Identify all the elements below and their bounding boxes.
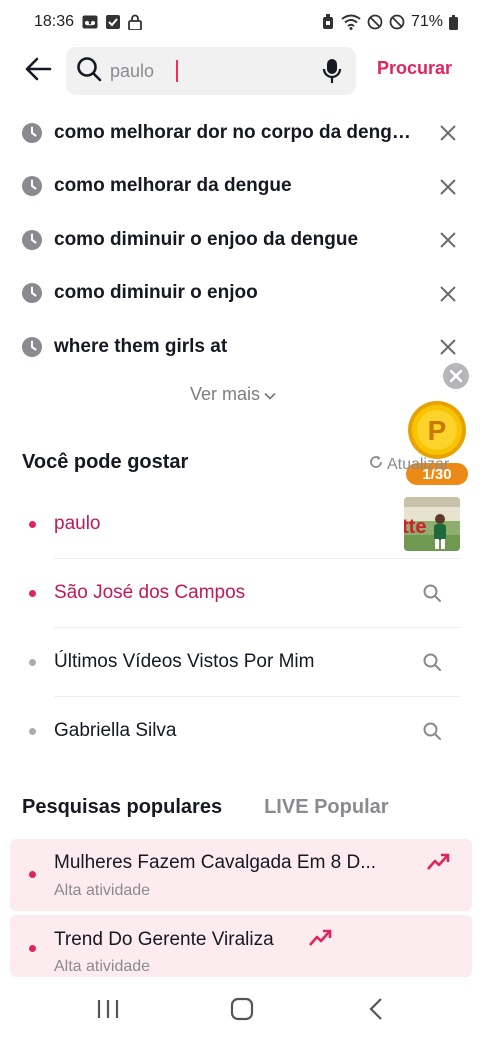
do-not-disturb-icon: [367, 14, 383, 30]
popular-item-subtitle: Alta atividade: [54, 958, 151, 975]
chevron-down-icon: [264, 384, 276, 405]
text-cursor: [176, 60, 178, 82]
suggestions-title: Você pode gostar: [22, 451, 189, 473]
status-bar: 18:36 71%: [0, 0, 480, 44]
remove-history-close-icon[interactable]: [438, 123, 458, 143]
suggestion-text: Últimos Vídeos Vistos Por Mim: [54, 651, 315, 672]
suggestion-item[interactable]: São José dos Campos: [0, 559, 480, 628]
suggestion-text: São José dos Campos: [54, 582, 246, 603]
microphone-icon[interactable]: [322, 58, 342, 89]
suggestion-thumbnail[interactable]: tte: [404, 497, 460, 551]
system-navigation-bar: [0, 978, 480, 1040]
suggestion-dot: [29, 659, 36, 666]
battery-percent: 71%: [410, 13, 443, 30]
suggestion-item[interactable]: Últimos Vídeos Vistos Por Mim: [0, 628, 480, 697]
history-item[interactable]: como melhorar dor no corpo da dengue: [0, 106, 480, 160]
suggestion-item[interactable]: Gabriella Silva: [0, 697, 480, 766]
arrow-left-icon: [24, 57, 52, 86]
search-submit-button[interactable]: Procurar: [377, 58, 452, 79]
tab-popular-searches[interactable]: Pesquisas populares: [22, 796, 222, 819]
clock-icon: [22, 283, 42, 304]
suggestion-dot: [29, 590, 36, 597]
remove-history-close-icon[interactable]: [438, 284, 458, 304]
close-widget-icon[interactable]: [442, 362, 470, 390]
popular-item-title: Trend Do Gerente Viraliza: [54, 929, 274, 950]
clock-icon: [22, 176, 42, 197]
refresh-label: Atualizar: [387, 455, 450, 473]
search-bar[interactable]: [66, 47, 356, 95]
no-signal-icon: [389, 14, 405, 30]
recent-apps-icon[interactable]: [96, 998, 120, 1020]
remove-history-close-icon[interactable]: [438, 337, 458, 357]
lock-icon: [128, 14, 142, 30]
search-icon: [422, 583, 442, 603]
see-more-label: Ver mais: [190, 384, 261, 404]
search-history-list: como melhorar dor no corpo da dengue com…: [0, 106, 480, 374]
history-item[interactable]: como melhorar da dengue: [0, 160, 480, 214]
trending-up-icon: [308, 928, 332, 948]
clock-icon: [22, 336, 42, 357]
checkbox-icon: [106, 15, 121, 29]
history-item[interactable]: como diminuir o enjoo da dengue: [0, 213, 480, 267]
history-item-text: como melhorar da dengue: [54, 175, 292, 197]
popular-dot: [29, 871, 36, 878]
history-item-text: where them girls at: [54, 335, 228, 357]
history-item[interactable]: where them girls at: [0, 320, 480, 374]
tab-live-popular[interactable]: LIVE Popular: [264, 796, 388, 819]
popular-item-title: Mulheres Fazem Cavalgada Em 8 D...: [54, 852, 377, 873]
system-back-icon[interactable]: [368, 997, 384, 1021]
popular-tabs: Pesquisas populares LIVE Popular: [22, 796, 389, 819]
back-button[interactable]: [18, 51, 58, 91]
popular-item[interactable]: Mulheres Fazem Cavalgada Em 8 D... Alta …: [10, 839, 472, 911]
wifi-icon: [341, 14, 361, 30]
search-input[interactable]: [110, 60, 300, 82]
search-icon: [422, 652, 442, 672]
history-item-text: como diminuir o enjoo da dengue: [54, 228, 359, 250]
history-item[interactable]: como diminuir o enjoo: [0, 267, 480, 321]
history-item-text: como melhorar dor no corpo da dengue: [54, 121, 412, 143]
rewards-coin-icon[interactable]: P: [407, 400, 467, 460]
refresh-icon: [369, 455, 383, 474]
svg-text:tte: tte: [404, 516, 426, 538]
clock-icon: [22, 122, 42, 143]
remove-history-close-icon[interactable]: [438, 230, 458, 250]
suggestion-text: paulo: [54, 513, 101, 534]
suggestion-text: Gabriella Silva: [54, 720, 177, 741]
alarm-icon: [321, 14, 335, 30]
search-header: Procurar: [0, 44, 480, 98]
search-icon: [422, 721, 442, 741]
suggestion-dot: [29, 521, 36, 528]
home-icon[interactable]: [230, 997, 254, 1021]
clock-icon: [22, 229, 42, 250]
popular-item-subtitle: Alta atividade: [54, 882, 151, 899]
popular-item[interactable]: Trend Do Gerente Viraliza Alta atividade: [10, 915, 472, 977]
popular-dot: [29, 945, 36, 952]
voicemail-icon: [82, 15, 98, 29]
coin-letter: P: [428, 415, 447, 446]
search-icon: [76, 56, 102, 87]
trending-up-icon: [426, 852, 450, 872]
see-more-button[interactable]: Ver mais: [190, 384, 276, 405]
battery-icon: [449, 14, 458, 30]
history-item-text: como diminuir o enjoo: [54, 282, 258, 304]
refresh-button[interactable]: Atualizar: [369, 455, 449, 474]
status-time: 18:36: [34, 13, 75, 30]
remove-history-close-icon[interactable]: [438, 177, 458, 197]
suggestion-dot: [29, 728, 36, 735]
